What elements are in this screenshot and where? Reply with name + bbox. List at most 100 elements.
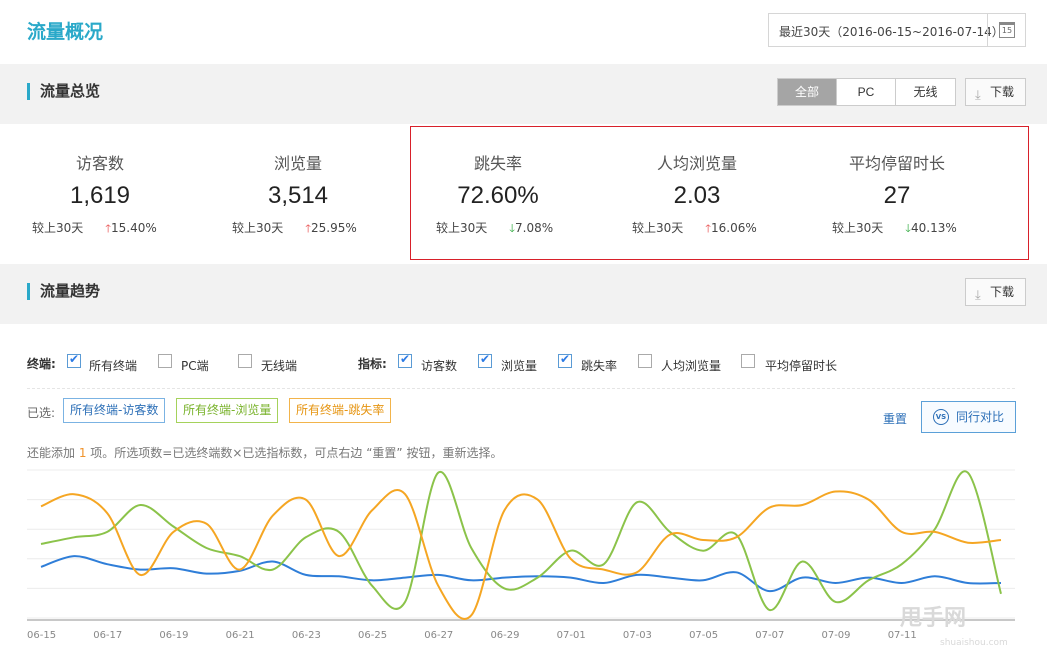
kpi-label: 浏览量	[273, 154, 322, 173]
kpi-value: 3,514	[267, 182, 329, 209]
change-value: 7.08%	[515, 221, 554, 235]
x-tick-label: 07-09	[821, 630, 850, 641]
kpi-label: 人均浏览量	[656, 154, 737, 173]
kpi-avg-duration: 平均停留时长 27	[797, 150, 997, 210]
kpi-label: 平均停留时长	[848, 154, 945, 173]
compare-label: 较上30天	[832, 221, 884, 235]
kpi-value: 2.03	[673, 182, 721, 209]
overview-title: 流量总览	[27, 83, 100, 100]
checkbox-label: PC端	[181, 359, 209, 373]
x-tick-label: 06-29	[490, 630, 519, 641]
kpi-label: 跳失率	[473, 154, 522, 173]
compare-label: 较上30天	[32, 221, 84, 235]
checkbox-label: 平均停留时长	[765, 359, 838, 373]
kpi-compare: 较上30天 🡓7.08%	[436, 219, 553, 239]
date-range-picker[interactable]: 最近30天（2016-06-15~2016-07-14） 15	[768, 13, 1026, 47]
download-icon: ⤓	[975, 88, 981, 103]
x-tick-label: 06-17	[93, 630, 122, 641]
hint-text: 还能添加 1 项。所选项数=已选终端数×已选指标数，可点右边 “重置” 按钮，重…	[27, 444, 502, 461]
download-label: 下载	[990, 285, 1015, 299]
hint-prefix: 还能添加	[27, 446, 79, 460]
segment-all[interactable]: 全部	[778, 79, 837, 105]
compare-label: 较上30天	[232, 221, 284, 235]
kpi-value: 27	[883, 182, 911, 209]
kpi-bounce-rate: 跳失率 72.60%	[398, 150, 598, 210]
change-value: 16.06%	[711, 221, 757, 235]
page-header: 流量概况 最近30天（2016-06-15~2016-07-14） 15	[0, 0, 1047, 64]
x-tick-label: 07-05	[689, 630, 718, 641]
calendar-button[interactable]: 15	[987, 14, 1025, 46]
calendar-icon: 15	[999, 22, 1015, 38]
industry-compare-button[interactable]: VS 同行对比	[921, 401, 1016, 433]
selected-chip-bounce-rate[interactable]: 所有终端-跳失率	[289, 398, 392, 423]
trend-line-chart: 06-15 06-17 06-19 06-21 06-23 06-25 06-27 06-29…	[27, 469, 1015, 641]
segment-wireless[interactable]: 无线	[896, 79, 955, 105]
vs-icon: VS	[933, 409, 949, 425]
checkbox-avg-duration[interactable]	[741, 354, 755, 368]
kpi-compare: 较上30天 🡑15.40%	[32, 219, 157, 239]
x-tick-label: 07-07	[755, 630, 784, 641]
watermark-logo: 甩手网	[900, 606, 967, 631]
change-value: 25.95%	[311, 221, 357, 235]
kpi-compare: 较上30天 🡓40.13%	[832, 219, 957, 239]
series-line-bounce-rate[interactable]	[40, 489, 1002, 620]
x-tick-label: 07-01	[557, 630, 586, 641]
download-icon: ⤓	[975, 288, 981, 303]
terminal-label: 终端:	[27, 357, 56, 371]
x-tick-label: 06-15	[27, 630, 56, 641]
kpi-visitors: 访客数 1,619	[0, 150, 200, 210]
change-value: 15.40%	[111, 221, 157, 235]
kpi-avg-pageviews: 人均浏览量 2.03	[597, 150, 797, 210]
x-tick-label: 06-23	[292, 630, 321, 641]
x-tick-label: 06-19	[159, 630, 188, 641]
x-tick-label: 07-03	[623, 630, 652, 641]
kpi-value: 72.60%	[457, 182, 539, 209]
checkbox-avg-pageviews[interactable]	[638, 354, 652, 368]
x-tick-label: 06-25	[358, 630, 387, 641]
kpi-compare: 较上30天 🡑16.06%	[632, 219, 757, 239]
kpi-label: 访客数	[75, 154, 124, 173]
checkbox-label: 跳失率	[581, 359, 618, 373]
selected-label: 已选:	[27, 406, 56, 420]
x-tick-label: 06-27	[424, 630, 453, 641]
terminal-segment-control: 全部 PC 无线	[777, 78, 956, 106]
kpi-row: 访客数 1,619 较上30天 🡑15.40% 浏览量 3,514 较上30天 🡑2…	[0, 124, 1047, 264]
download-label: 下载	[990, 85, 1015, 99]
checkbox-label: 人均浏览量	[661, 359, 722, 373]
checkbox-pageviews[interactable]	[478, 352, 492, 368]
compare-label: 同行对比	[956, 410, 1005, 424]
page-title: 流量概况	[27, 21, 104, 43]
checkbox-label: 无线端	[261, 359, 298, 373]
kpi-pageviews: 浏览量 3,514	[198, 150, 398, 210]
divider	[27, 388, 1015, 389]
selected-chip-visitors[interactable]: 所有终端-访客数	[63, 398, 166, 423]
x-tick-label: 06-21	[226, 630, 255, 641]
checkbox-bounce-rate[interactable]	[558, 352, 572, 368]
selected-chip-pageviews[interactable]: 所有终端-浏览量	[176, 398, 279, 423]
trend-title: 流量趋势	[27, 283, 100, 300]
overview-download-button[interactable]: ⤓ 下载	[965, 78, 1026, 106]
trend-download-button[interactable]: ⤓ 下载	[965, 278, 1026, 306]
checkbox-label: 所有终端	[89, 359, 138, 373]
reset-link[interactable]: 重置	[883, 410, 907, 427]
checkbox-label: 访客数	[421, 359, 458, 373]
change-value: 40.13%	[911, 221, 957, 235]
checkbox-pc[interactable]	[158, 354, 172, 368]
series-line-pageviews[interactable]	[40, 470, 1002, 611]
trend-section-header: 流量趋势 ⤓ 下载	[0, 264, 1047, 324]
segment-pc[interactable]: PC	[837, 79, 896, 105]
checkbox-visitors[interactable]	[398, 352, 412, 368]
date-range-text: 最近30天（2016-06-15~2016-07-14）	[779, 25, 1004, 39]
checkbox-wireless[interactable]	[238, 354, 252, 368]
compare-label: 较上30天	[436, 221, 488, 235]
kpi-value: 1,619	[69, 182, 131, 209]
overview-section-header: 流量总览 全部 PC 无线 ⤓ 下载	[0, 64, 1047, 124]
kpi-compare: 较上30天 🡑25.95%	[232, 219, 357, 239]
compare-label: 较上30天	[632, 221, 684, 235]
checkbox-all-terminals[interactable]	[67, 352, 81, 368]
checkbox-label: 浏览量	[501, 359, 538, 373]
watermark-url: shuaishou.com	[940, 638, 1008, 648]
series-line-visitors[interactable]	[40, 555, 1002, 593]
metric-label: 指标:	[358, 357, 387, 371]
hint-suffix: 项。所选项数=已选终端数×已选指标数，可点右边 “重置” 按钮，重新选择。	[86, 446, 503, 460]
